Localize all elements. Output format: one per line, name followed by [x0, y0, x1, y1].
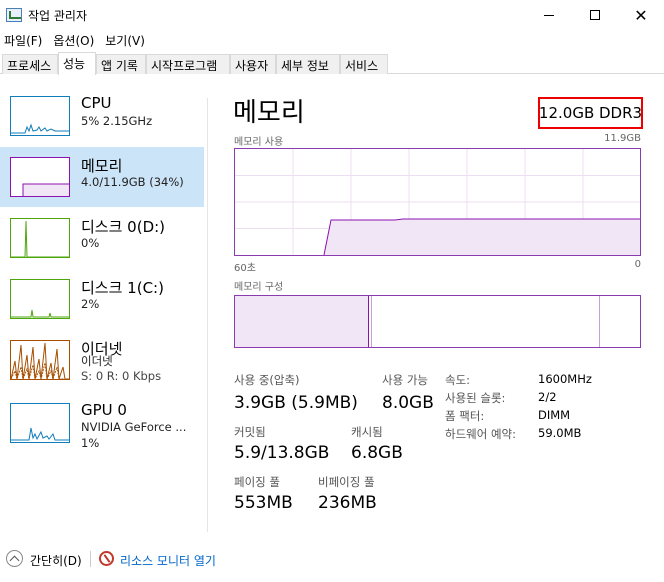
sidebar-subtitle: 2%	[81, 297, 100, 311]
available-label: 사용 가능	[382, 373, 428, 387]
page-title: 메모리	[233, 98, 305, 128]
open-resource-monitor-link[interactable]: 리소스 모니터 열기	[120, 552, 216, 569]
tab-performance[interactable]: 성능	[58, 52, 96, 75]
sidebar-item-gpu[interactable]: GPU 0 NVIDIA GeForce ... 1%	[0, 391, 204, 451]
form-factor-value: DIMM	[538, 408, 571, 422]
available-value: 8.0GB	[382, 393, 434, 413]
tab-bar: 프로세스 성능 앱 기록 시작프로그램 사용자 세부 정보 서비스	[0, 52, 664, 75]
tab-startup[interactable]: 시작프로그램	[146, 54, 230, 74]
composition-standby-divider	[599, 296, 600, 347]
memory-spec: 12.0GB DDR3	[538, 97, 643, 129]
in-use-value: 3.9GB (5.9MB)	[234, 393, 358, 413]
tab-details[interactable]: 세부 정보	[276, 54, 340, 74]
tab-users[interactable]: 사용자	[230, 54, 276, 74]
composition-in-use	[235, 296, 369, 347]
cpu-thumbnail-graph	[10, 96, 70, 136]
disk1-thumbnail-graph	[10, 279, 70, 319]
resource-monitor-icon	[99, 551, 114, 566]
sidebar-item-cpu[interactable]: CPU 5% 2.15GHz	[0, 86, 204, 146]
ethernet-thumbnail-graph	[10, 340, 70, 380]
chevron-up-icon[interactable]	[6, 550, 23, 567]
sidebar-subtitle: 0%	[81, 236, 100, 250]
in-use-label: 사용 중(압축)	[234, 373, 300, 387]
hardware-reserved-label: 하드웨어 예약:	[445, 427, 517, 441]
speed-value: 1600MHz	[538, 372, 592, 386]
panel-divider	[207, 98, 208, 532]
footer-separator	[90, 551, 91, 567]
menu-bar: 파일(F) 옵션(O) 보기(V)	[0, 30, 664, 50]
sidebar-item-disk-0[interactable]: 디스크 0(D:) 0%	[0, 208, 204, 268]
disk0-thumbnail-graph	[10, 218, 70, 258]
sidebar-item-memory[interactable]: 메모리 4.0/11.9GB (34%)	[0, 147, 204, 207]
sidebar-title: CPU	[81, 94, 112, 112]
resource-sidebar: CPU 5% 2.15GHz 메모리 4.0/11.9GB (34%) 디스크 …	[0, 86, 208, 534]
form-factor-label: 폼 팩터:	[445, 409, 485, 423]
committed-label: 커밋됨	[234, 425, 266, 439]
cached-value: 6.8GB	[351, 443, 403, 463]
gpu-thumbnail-graph	[10, 403, 70, 443]
paged-pool-label: 페이징 풀	[234, 475, 280, 489]
close-icon: ✕	[634, 5, 648, 25]
tab-processes[interactable]: 프로세스	[2, 54, 58, 74]
tab-services[interactable]: 서비스	[340, 54, 388, 74]
fewer-details-link[interactable]: 간단히(D)	[30, 552, 82, 569]
sidebar-item-disk-1[interactable]: 디스크 1(C:) 2%	[0, 269, 204, 329]
cached-label: 캐시됨	[351, 425, 383, 439]
nonpaged-pool-value: 236MB	[318, 493, 377, 513]
tab-app-history[interactable]: 앱 기록	[96, 54, 146, 74]
nonpaged-pool-label: 비페이징 풀	[318, 475, 375, 489]
composition-modified	[371, 296, 372, 347]
sidebar-subtitle-2: S: 0 R: 0 Kbps	[81, 369, 162, 383]
sidebar-title: 디스크 0(D:)	[81, 218, 166, 236]
window-title: 작업 관리자	[28, 9, 88, 23]
speed-label: 속도:	[445, 373, 471, 387]
paged-pool-value: 553MB	[234, 493, 293, 513]
sidebar-subtitle: 5% 2.15GHz	[81, 114, 153, 128]
memory-composition-graph	[234, 295, 641, 348]
time-axis-end: 0	[634, 259, 641, 270]
menu-options[interactable]: 옵션(O)	[49, 30, 101, 50]
committed-value: 5.9/13.8GB	[234, 443, 330, 463]
sidebar-item-ethernet[interactable]: 이더넷 이더넷 S: 0 R: 0 Kbps	[0, 330, 204, 390]
memory-thumbnail-graph	[10, 157, 70, 197]
menu-file[interactable]: 파일(F)	[0, 30, 49, 50]
composition-graph-label: 메모리 구성	[234, 282, 284, 293]
sidebar-subtitle: 이더넷	[81, 354, 113, 368]
sidebar-subtitle-2: 1%	[81, 436, 100, 450]
menu-view[interactable]: 보기(V)	[101, 30, 152, 50]
memory-usage-graph	[234, 148, 641, 256]
slots-value: 2/2	[538, 390, 557, 404]
usage-graph-max: 11.9GB	[604, 133, 641, 144]
sidebar-title: 디스크 1(C:)	[81, 279, 164, 297]
footer-bar: 간단히(D) 리소스 모니터 열기	[0, 546, 664, 572]
sidebar-title: 메모리	[81, 157, 123, 175]
sidebar-title: GPU 0	[81, 401, 127, 419]
hardware-reserved-value: 59.0MB	[538, 426, 582, 440]
title-bar: 작업 관리자 ✕	[0, 0, 664, 30]
sidebar-subtitle: 4.0/11.9GB (34%)	[81, 175, 184, 189]
time-axis-start: 60초	[234, 263, 256, 274]
usage-graph-label: 메모리 사용	[234, 137, 284, 148]
maximize-icon	[590, 10, 600, 20]
minimize-icon	[544, 14, 554, 16]
minimize-button[interactable]	[526, 0, 572, 30]
task-manager-icon	[6, 8, 22, 22]
maximize-button[interactable]	[572, 0, 618, 30]
close-button[interactable]: ✕	[618, 0, 664, 30]
slots-label: 사용된 슬롯:	[445, 391, 506, 405]
sidebar-subtitle: NVIDIA GeForce ...	[81, 420, 187, 434]
